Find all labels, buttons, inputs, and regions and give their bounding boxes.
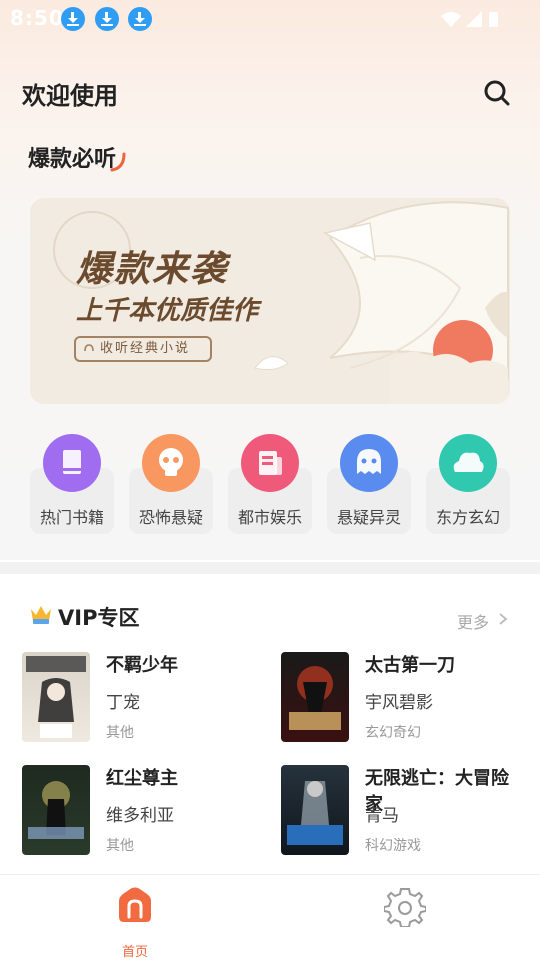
system-status-icons [441,11,498,27]
category-item-urban[interactable]: 都市娱乐 [228,432,312,536]
download-notification-icon [128,7,152,31]
book-author: 维多利亚 [106,806,174,826]
book-cover[interactable] [22,765,90,855]
crown-icon [31,606,51,624]
category-label: 热门书籍 [39,508,104,527]
tab-home[interactable]: 首页 [110,887,160,960]
title-accent-mark [110,152,126,172]
book-cover[interactable] [22,652,90,742]
banner-pill-label: 收听经典小说 [100,341,191,356]
promo-banner[interactable]: 爆款来袭 上千本优质佳作 收听经典小说 [30,198,510,404]
book-cover[interactable] [281,765,349,855]
section-divider [0,562,540,574]
category-item-fantasy[interactable]: 东方玄幻 [426,432,510,536]
category-label: 东方玄幻 [435,508,500,527]
banner-subline: 上千本优质佳作 [76,296,259,326]
book-category: 科幻游戏 [365,838,421,854]
banner-listen-button[interactable]: 收听经典小说 [74,336,212,362]
book-author: 宇风碧影 [365,693,433,713]
book-icon [43,434,101,492]
tab-settings[interactable] [384,885,426,927]
vip-section-title: VIP专区 [58,606,140,630]
book-category: 其他 [106,838,134,854]
tab-home-label: 首页 [121,945,148,960]
headphone-icon [84,344,94,352]
status-bar: 8:50 [0,0,540,36]
category-item-hot-books[interactable]: 热门书籍 [30,432,114,536]
book-item[interactable]: 无限逃亡：大冒险家 青马 科幻游戏 [281,765,521,861]
book-title: 太古第一刀 [365,655,455,676]
category-label: 悬疑异灵 [336,508,401,527]
book-cover[interactable] [281,652,349,742]
book-item[interactable]: 不羁少年 丁宠 其他 [22,652,262,748]
book-category: 其他 [106,725,134,741]
wifi-icon [441,12,461,27]
book-category: 玄幻奇幻 [365,725,421,741]
chevron-right-icon[interactable] [498,612,508,626]
more-link[interactable]: 更多 [457,609,489,633]
category-item-horror[interactable]: 恐怖悬疑 [129,432,213,536]
status-time: 8:50 [10,6,64,30]
home-icon [119,887,151,922]
book-author: 青马 [365,806,399,826]
category-item-supernatural[interactable]: 悬疑异灵 [327,432,411,536]
book-item[interactable]: 红尘尊主 维多利亚 其他 [22,765,262,861]
book-author: 丁宠 [106,693,140,713]
download-notification-icon [61,7,85,31]
search-icon[interactable] [482,78,512,108]
book-item[interactable]: 太古第一刀 宇风碧影 玄幻奇幻 [281,652,521,748]
book-title: 不羁少年 [106,655,178,676]
category-label: 恐怖悬疑 [138,508,203,527]
bottom-tab-bar: 首页 [0,874,540,960]
download-notification-icon [95,7,119,31]
signal-icon [466,11,482,27]
page-title: 欢迎使用 [22,82,118,110]
book-title: 红尘尊主 [106,768,178,789]
ghost-icon [340,434,398,492]
category-label: 都市娱乐 [237,508,302,527]
news-icon [241,434,299,492]
battery-icon [489,12,498,27]
skull-icon [142,434,200,492]
cloud-icon [439,434,497,492]
section-title: 爆款必听 [28,147,117,172]
banner-headline: 爆款来袭 [76,249,229,290]
gear-icon [384,888,426,927]
category-row: 热门书籍 恐怖悬疑 都市娱乐 悬疑异灵 东方玄幻 [30,432,512,536]
